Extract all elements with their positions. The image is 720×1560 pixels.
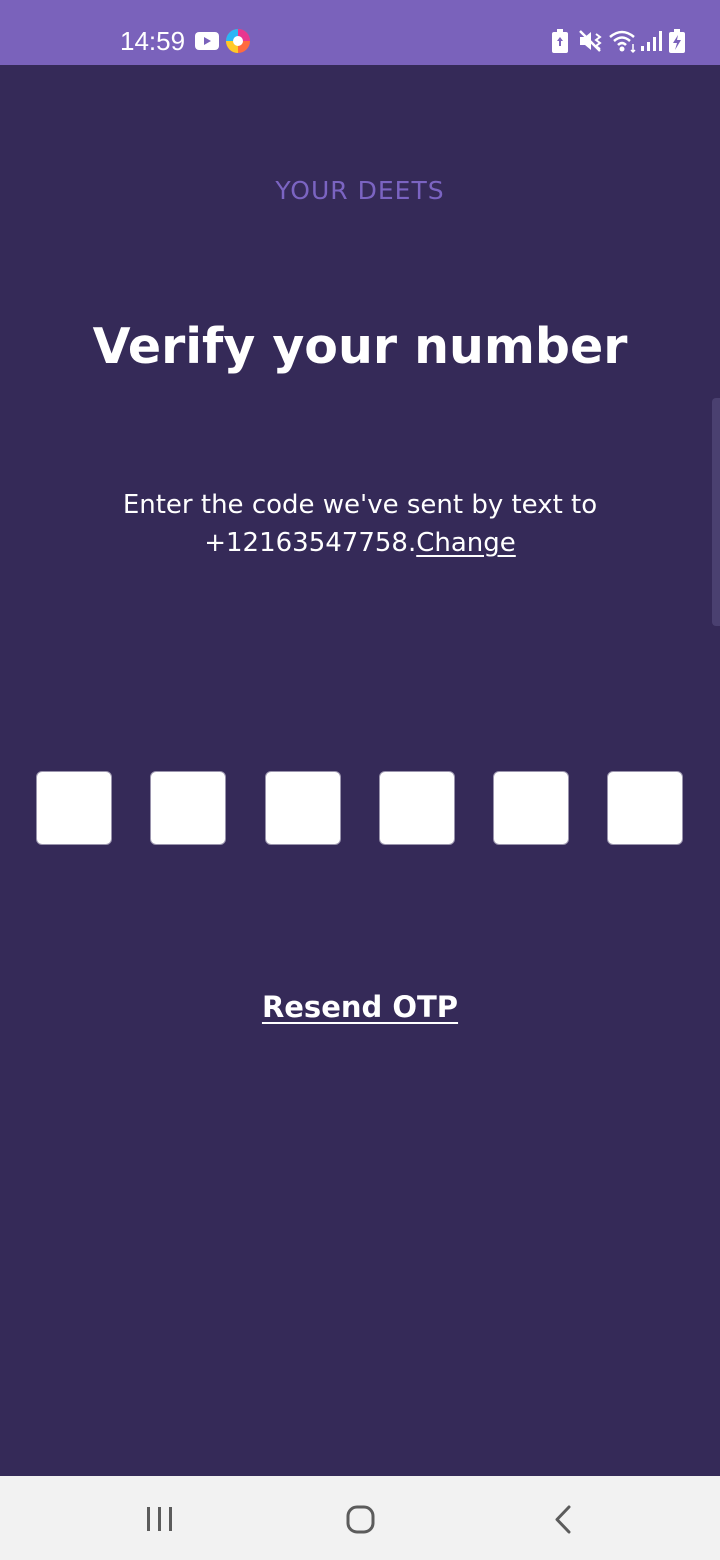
verification-instructions: Enter the code we've sent by text to +12… [60, 486, 660, 562]
otp-digit-4[interactable] [379, 771, 455, 845]
otp-digit-5[interactable] [493, 771, 569, 845]
change-number-link[interactable]: Change [416, 528, 516, 558]
resend-otp-link[interactable]: Resend OTP [262, 990, 458, 1024]
recent-apps-button[interactable] [100, 1476, 220, 1560]
verify-number-screen: 14:59 YOUR DEETS Verify your number Ente… [0, 0, 720, 1560]
instruction-text: Enter the code we've sent by text to [122, 490, 598, 520]
navigation-bar [0, 1476, 720, 1560]
page-title: Verify your number [92, 318, 628, 375]
status-bar: 14:59 [0, 0, 720, 65]
otp-digit-2[interactable] [150, 771, 226, 845]
battery-saver-icon [551, 28, 569, 58]
youtube-notification-icon [194, 30, 220, 56]
otp-digit-1[interactable] [36, 771, 112, 845]
section-eyebrow: YOUR DEETS [275, 176, 445, 205]
resend-container: Resend OTP [0, 990, 720, 1024]
phone-line: +12163547758.Change [60, 524, 660, 562]
scroll-indicator[interactable] [712, 398, 720, 626]
status-time: 14:59 [120, 26, 186, 56]
phone-number: +12163547758. [204, 528, 417, 558]
back-button[interactable] [502, 1476, 622, 1560]
otp-digit-3[interactable] [265, 771, 341, 845]
signal-icon [640, 30, 664, 56]
wifi-icon [608, 28, 638, 58]
mute-vibrate-icon [578, 28, 604, 58]
home-button[interactable] [300, 1476, 420, 1560]
otp-digit-6[interactable] [607, 771, 683, 845]
browser-notification-icon [225, 28, 251, 58]
battery-charging-icon [668, 28, 686, 58]
